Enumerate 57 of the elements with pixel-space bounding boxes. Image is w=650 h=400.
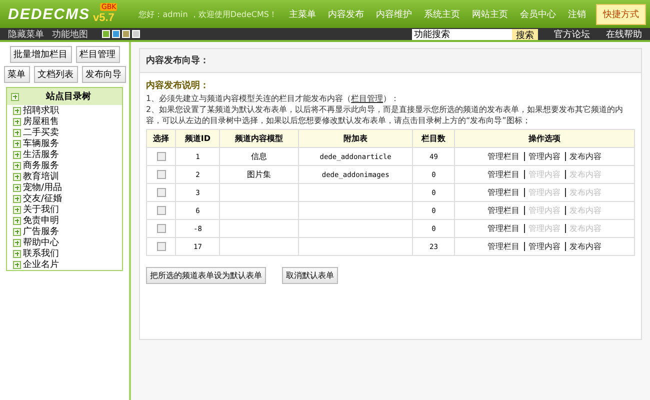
tree-item[interactable]: 关于我们 bbox=[23, 203, 59, 216]
tree-item[interactable]: 商务服务 bbox=[23, 159, 59, 172]
greeting-text: 您好：admin ，欢迎使用DedeCMS！ bbox=[138, 8, 277, 20]
toolbar-link[interactable]: 在线帮助 bbox=[606, 28, 642, 40]
notes-title: 内容发布说明： bbox=[146, 79, 210, 92]
tree-item[interactable]: 宠物/用品 bbox=[23, 181, 62, 194]
tree-item[interactable]: 联系我们 bbox=[23, 247, 59, 260]
panel-title: 内容发布向导： bbox=[140, 49, 641, 73]
column-header: 栏目数 bbox=[412, 130, 454, 148]
tree-item[interactable]: 车辆服务 bbox=[23, 137, 59, 150]
action-link[interactable]: 管理内容 bbox=[524, 152, 560, 161]
action-link[interactable]: 管理栏目 bbox=[488, 170, 520, 179]
sidebar-button[interactable]: 文档列表 bbox=[34, 66, 78, 83]
column-header: 选择 bbox=[146, 130, 176, 148]
note-text: ）： bbox=[383, 94, 400, 103]
sidebar-button[interactable]: 栏目管理 bbox=[76, 46, 120, 63]
form-button[interactable]: 把所选的频道表单设为默认表单 bbox=[146, 267, 266, 284]
column-header: 频道内容模型 bbox=[220, 130, 298, 148]
search-button[interactable]: 搜索 bbox=[512, 28, 538, 40]
sidebar-button[interactable]: 菜单 bbox=[4, 66, 30, 83]
form-button[interactable]: 取消默认表单 bbox=[282, 267, 338, 284]
action-link[interactable]: 管理栏目 bbox=[488, 152, 520, 161]
action-link[interactable]: 管理栏目 bbox=[488, 242, 520, 251]
action-link[interactable]: 发布内容 bbox=[564, 152, 602, 161]
category-link[interactable]: 栏目管理 bbox=[351, 94, 384, 103]
tree-item[interactable]: 生活服务 bbox=[23, 148, 59, 161]
tree-title: 站点目录树 bbox=[44, 90, 92, 103]
action-link[interactable]: 管理栏目 bbox=[488, 206, 520, 215]
action-link[interactable]: 管理内容 bbox=[524, 242, 560, 251]
toolbar-link[interactable]: 官方论坛 bbox=[554, 28, 590, 40]
toolbar-link[interactable]: 功能地图 bbox=[52, 28, 88, 40]
tree-item[interactable]: 广告服务 bbox=[23, 225, 59, 238]
action-link[interactable]: 发布内容 bbox=[564, 242, 602, 251]
table-cell: 信息 bbox=[250, 152, 267, 161]
tree-item[interactable]: 房屋租售 bbox=[23, 115, 59, 128]
logo: DEDECMS bbox=[8, 6, 90, 22]
column-header: 频道ID bbox=[176, 130, 220, 148]
tree-item[interactable]: 企业名片 bbox=[23, 258, 59, 271]
tree-item[interactable]: 二手买卖 bbox=[23, 126, 59, 139]
action-link[interactable]: 管理栏目 bbox=[488, 224, 520, 233]
column-header: 操作选项 bbox=[454, 130, 634, 148]
table-cell: 图片集 bbox=[246, 170, 271, 179]
note-text: 2、如果您设置了某频道为默认发布表单，以后将不再显示此向导，而是直接显示您所选的频道的发布表单，如果想要发布其它频道的内容，可以从左边的目录树中选择，如果以后您想要修改默认发布表单，请点击目录树上方的“发布向导”图标； bbox=[146, 104, 624, 126]
column-header: 附加表 bbox=[298, 130, 413, 148]
search-field[interactable]: 功能搜索 bbox=[412, 28, 512, 40]
tree-item[interactable]: 招聘求职 bbox=[23, 104, 59, 117]
tree-item[interactable]: 免责申明 bbox=[23, 214, 59, 227]
tree-item[interactable]: 帮助中心 bbox=[23, 236, 59, 249]
sidebar-button[interactable]: 批量增加栏目 bbox=[10, 46, 72, 63]
action-link[interactable]: 管理栏目 bbox=[488, 188, 520, 197]
tree-item[interactable]: 交友/征婚 bbox=[23, 192, 62, 205]
note-text: 1、必须先建立与频道内容模型关连的栏目才能发布内容（ bbox=[146, 94, 352, 103]
version-label: v5.7 bbox=[93, 12, 114, 24]
shortcut-button[interactable]: 快捷方式 bbox=[596, 4, 646, 24]
toolbar-link[interactable]: 隐藏菜单 bbox=[8, 28, 44, 40]
tree-item[interactable]: 教育培训 bbox=[23, 170, 59, 183]
sidebar-button[interactable]: 发布向导 bbox=[82, 66, 126, 83]
